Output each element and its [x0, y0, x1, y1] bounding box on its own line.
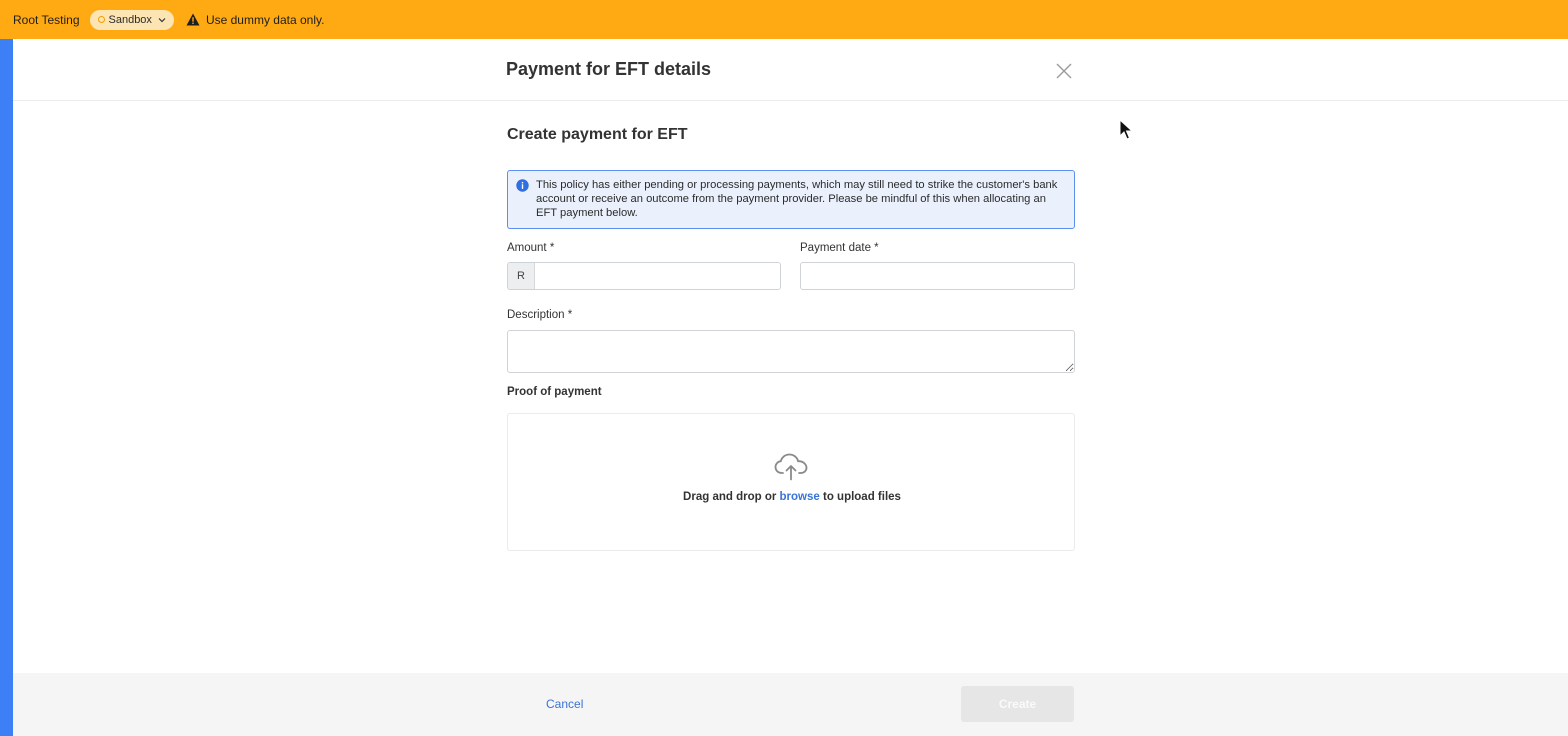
dropzone-text: Drag and drop or browse to upload files — [508, 491, 1076, 503]
modal-footer: Cancel Create — [13, 673, 1568, 736]
sidebar-accent-strip — [0, 39, 13, 736]
modal-header: Payment for EFT details — [13, 39, 1568, 101]
info-alert: This policy has either pending or proces… — [507, 170, 1075, 229]
sandbox-banner: Root Testing Sandbox Use dummy data only… — [0, 0, 1568, 39]
file-dropzone[interactable]: Drag and drop or browse to upload files — [507, 413, 1075, 551]
amount-input-group: R — [507, 262, 781, 290]
browse-link[interactable]: browse — [780, 491, 820, 503]
environment-label: Sandbox — [108, 13, 152, 26]
dropzone-text-suffix: to upload files — [819, 491, 901, 503]
amount-label: Amount * — [507, 242, 555, 254]
dropzone-text-prefix: Drag and drop or — [683, 491, 780, 503]
payment-date-label: Payment date * — [800, 242, 879, 254]
org-name: Root Testing — [13, 12, 80, 27]
payment-date-input[interactable] — [800, 262, 1075, 290]
amount-input[interactable] — [535, 263, 780, 289]
description-label: Description * — [507, 309, 573, 321]
modal-title: Payment for EFT details — [506, 59, 712, 79]
chevron-down-icon — [158, 15, 166, 25]
section-title: Create payment for EFT — [507, 126, 688, 143]
sandbox-warning-text: Use dummy data only. — [205, 12, 325, 27]
cancel-button[interactable]: Cancel — [546, 697, 583, 711]
info-message: This policy has either pending or proces… — [536, 179, 1058, 219]
environment-selector[interactable]: Sandbox — [89, 9, 174, 30]
mouse-cursor-icon — [1119, 118, 1134, 146]
warning-icon — [186, 13, 200, 26]
info-icon — [516, 179, 529, 196]
cloud-upload-icon — [774, 453, 808, 486]
environment-dot-icon — [97, 16, 105, 23]
close-icon[interactable] — [1054, 61, 1074, 81]
proof-of-payment-label: Proof of payment — [507, 386, 602, 398]
description-input[interactable] — [507, 330, 1075, 373]
create-button[interactable]: Create — [961, 686, 1074, 722]
currency-prefix: R — [508, 263, 535, 289]
